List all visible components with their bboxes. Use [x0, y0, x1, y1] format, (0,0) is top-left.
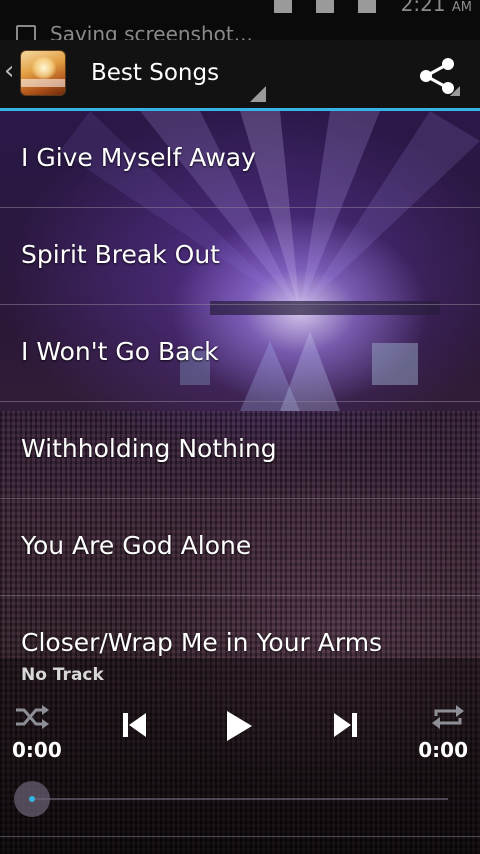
screenshot-icon: [16, 25, 36, 40]
list-item[interactable]: Closer/Wrap Me in Your Arms: [0, 596, 480, 658]
clock-ampm: AM: [451, 0, 472, 15]
status-bar: Saving screenshot... 2:21 AM: [0, 0, 480, 40]
song-title: I Give Myself Away: [21, 143, 256, 172]
spinner-indicator-icon[interactable]: [250, 86, 266, 102]
song-title: I Won't Go Back: [21, 337, 219, 366]
song-title: Closer/Wrap Me in Your Arms: [21, 628, 383, 657]
song-title: Withholding Nothing: [21, 434, 277, 463]
notification-label: Saving screenshot...: [50, 22, 253, 40]
logo-band: [21, 79, 65, 87]
signal-icon: [315, 0, 334, 13]
seek-thumb-dot: [29, 796, 35, 802]
song-list: I Give Myself Away Spirit Break Out I Wo…: [0, 111, 480, 658]
song-title: You Are God Alone: [21, 531, 252, 560]
notification-text: Saving screenshot...: [16, 22, 253, 40]
list-item[interactable]: Spirit Break Out: [0, 208, 480, 305]
logo-glow: [31, 57, 57, 79]
skip-previous-icon[interactable]: [121, 710, 149, 740]
battery-icon: [358, 0, 377, 13]
list-item[interactable]: I Won't Go Back: [0, 305, 480, 402]
music-player: No Track 0:00 0:00: [0, 658, 480, 854]
total-duration: 0:00: [418, 738, 468, 762]
list-item[interactable]: Withholding Nothing: [0, 402, 480, 499]
clock: 2:21: [400, 0, 446, 16]
track-name: No Track: [21, 665, 104, 685]
page-title[interactable]: Best Songs: [91, 60, 219, 86]
elapsed-time: 0:00: [12, 738, 62, 762]
status-icons: 2:21 AM: [273, 0, 472, 16]
play-icon[interactable]: [224, 709, 254, 743]
seek-thumb[interactable]: [14, 781, 50, 817]
player-divider: [0, 836, 480, 837]
song-title: Spirit Break Out: [21, 240, 220, 269]
share-menu-indicator-icon[interactable]: [450, 86, 460, 96]
action-bar: ‹ Best Songs: [0, 40, 480, 111]
repeat-icon[interactable]: [430, 702, 466, 732]
shuffle-icon[interactable]: [14, 702, 50, 732]
seek-bar[interactable]: [32, 798, 448, 800]
app-logo[interactable]: [20, 50, 66, 96]
skip-next-icon[interactable]: [331, 710, 359, 740]
list-item[interactable]: I Give Myself Away: [0, 111, 480, 208]
up-chevron-icon[interactable]: ‹: [4, 58, 14, 84]
list-item[interactable]: You Are God Alone: [0, 499, 480, 596]
wifi-icon: [273, 0, 292, 13]
